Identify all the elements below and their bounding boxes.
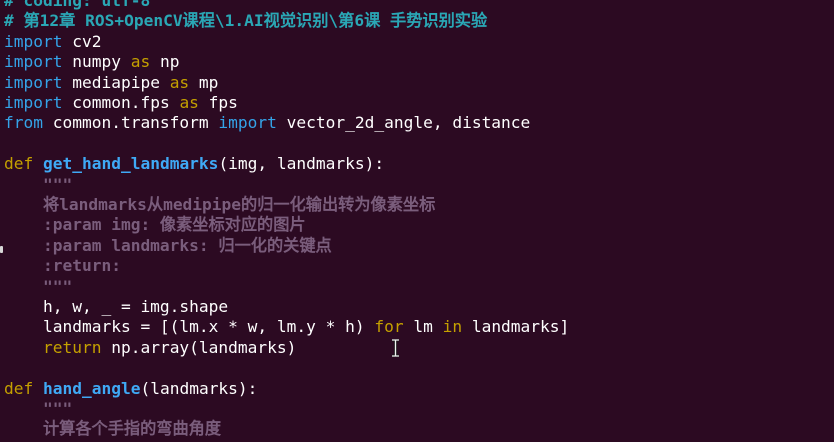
code-line: # 第12章 ROS+OpenCV课程\1.AI视觉识别\第6课 手势识别实验 [4,11,487,31]
vim-editor[interactable]: # coding: utf-8 # 第12章 ROS+OpenCV课程\1.AI视… [0,0,834,442]
code-token: from [4,113,43,133]
code-token: common.transform [42,113,219,133]
code-token: # coding: utf-8 [4,0,151,10]
code-line: return np.array(landmarks) [4,338,296,358]
window-edge-marker [0,246,3,253]
code-line: import numpy as np [4,52,179,72]
code-line: from common.transform import vector_2d_a… [4,113,530,133]
code-token: (landmarks): [140,378,258,398]
code-line: def get_hand_landmarks(img, landmarks): [4,154,384,174]
code-line: import cv2 [4,32,101,52]
code-token: import [4,72,63,92]
code-token: as [130,52,151,72]
code-line: :param img: 像素坐标对应的图片 [4,215,306,235]
code-line: 将landmarks从medipipe的归一化输出转为像素坐标 [4,195,435,215]
code-token: np [150,52,180,72]
code-token: :return: [4,256,121,276]
code-token: :param img: 像素坐标对应的图片 [4,215,306,235]
code-token: vector_2d_angle, distance [276,113,531,133]
code-token: return [42,337,102,357]
code-line: import mediapipe as mp [4,73,218,93]
code-token: fps [198,93,238,112]
code-line: h, w, _ = img.shape [4,297,228,317]
code-token: as [179,93,199,112]
code-line: # coding: utf-8 [4,0,150,11]
code-token: 将landmarks从medipipe的归一化输出转为像素坐标 [4,195,436,214]
code-line: import common.fps as fps [4,93,238,113]
code-token: import [218,113,277,133]
code-token: """ [4,399,73,418]
code-token: (img, landmarks): [218,154,385,174]
code-token: mediapipe [62,72,170,92]
code-token: mp [189,72,219,92]
code-line: 计算各个手指的弯曲角度 [4,419,221,439]
code-token: np.array(landmarks) [101,337,297,357]
code-token: def [4,154,34,174]
code-token: import [4,52,63,72]
code-token: in [442,317,463,337]
code-token: import [4,31,63,51]
code-line: :return: [4,256,121,276]
code-token: common.fps [62,93,180,112]
code-token: as [169,72,190,92]
code-token: 计算各个手指的弯曲角度 [4,419,222,439]
code-line: """ [4,277,72,297]
code-token: for [374,317,404,337]
code-line: """ [4,399,72,419]
code-token: """ [4,174,73,194]
code-line: landmarks = [(lm.x * w, lm.y * h) for lm… [4,317,569,337]
code-line: :param landmarks: 归一化的关键点 [4,236,332,256]
code-token: def [4,378,34,398]
code-token: lm [403,317,443,337]
code-token: numpy [62,52,131,72]
code-token: hand_angle [43,378,141,398]
code-token: # 第12章 ROS+OpenCV课程\1.AI视觉识别\第6课 手势识别实验 [4,11,488,31]
code-token: landmarks] [462,317,570,337]
code-token: import [4,93,63,112]
code-line: """ [4,175,72,195]
code-token: h, w, _ = img.shape [4,297,229,316]
code-token: cv2 [62,31,102,51]
code-token: :param landmarks: 归一化的关键点 [4,235,332,255]
i-beam-cursor-icon [392,339,399,357]
code-token: """ [4,276,73,296]
code-line: def hand_angle(landmarks): [4,379,257,399]
code-token: get_hand_landmarks [43,154,219,174]
code-token: landmarks = [(lm.x * w, lm.y * h) [4,317,375,337]
